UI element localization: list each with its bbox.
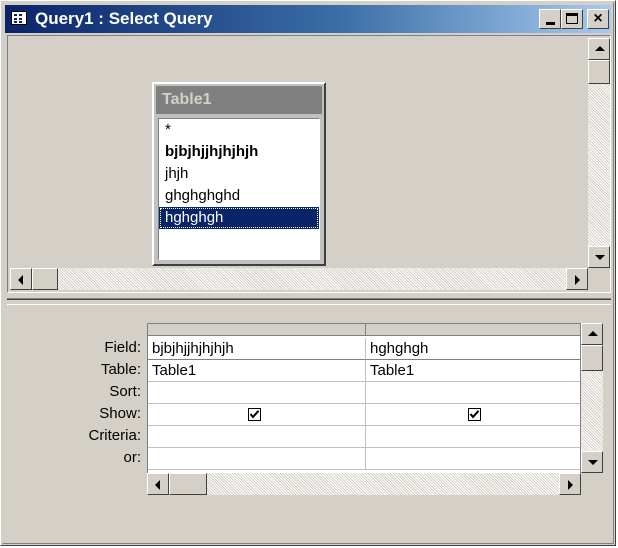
- column-selector[interactable]: [366, 324, 580, 336]
- row-label-criteria: Criteria:: [88, 427, 141, 444]
- maximize-icon: [566, 13, 578, 24]
- grid-cell-field[interactable]: hghghgh: [366, 338, 580, 360]
- scroll-thumb[interactable]: [588, 60, 610, 84]
- scroll-down-arrow-icon: [588, 460, 598, 465]
- upper-vertical-scrollbar[interactable]: [588, 38, 610, 268]
- scroll-left-arrow-icon: [155, 480, 160, 490]
- checkbox-checked-icon: [249, 410, 260, 419]
- pane-splitter[interactable]: [7, 297, 611, 307]
- grid-cell-sort[interactable]: [366, 382, 580, 404]
- checkbox-checked-icon: [469, 410, 480, 419]
- scroll-down-button[interactable]: [588, 246, 610, 268]
- close-button[interactable]: ×: [587, 9, 609, 29]
- grid-cell-or[interactable]: [366, 448, 580, 470]
- column-selector[interactable]: [148, 324, 366, 336]
- scroll-right-button[interactable]: [566, 268, 588, 290]
- scroll-down-arrow-icon: [595, 255, 605, 260]
- scrollbar-corner: [581, 473, 603, 495]
- field-item[interactable]: ghghghghd: [159, 185, 319, 207]
- maximize-button[interactable]: [561, 9, 583, 29]
- row-label-field: Field:: [104, 339, 141, 356]
- scroll-right-arrow-icon: [568, 480, 573, 490]
- close-icon: ×: [593, 10, 603, 27]
- scroll-left-button[interactable]: [10, 268, 32, 290]
- grid-cell-show[interactable]: [366, 404, 580, 426]
- minimize-icon: [546, 22, 555, 25]
- upper-horizontal-scrollbar[interactable]: [10, 268, 588, 290]
- field-item-selected[interactable]: hghghgh: [159, 207, 319, 229]
- field-item-primary-key[interactable]: bjbjhjjhjhjhjh: [159, 141, 319, 163]
- splitter-line: [7, 304, 611, 305]
- grid-cell-table[interactable]: Table1: [366, 360, 580, 382]
- minimize-button[interactable]: [539, 9, 561, 29]
- grid-cell-table[interactable]: Table1: [148, 360, 366, 382]
- field-item[interactable]: jhjh: [159, 163, 319, 185]
- grid-cell-show[interactable]: [148, 404, 366, 426]
- field-item-all[interactable]: *: [159, 119, 319, 141]
- table-field-list-window[interactable]: Table1 * bjbjhjjhjhjhjh jhjh ghghghghd h…: [152, 82, 326, 266]
- design-grid[interactable]: bjbjhjjhjhjhjh Table1 hghghgh Table1: [147, 323, 581, 485]
- show-checkbox[interactable]: [248, 408, 261, 421]
- scroll-up-button[interactable]: [588, 38, 610, 60]
- table-pane[interactable]: Table1 * bjbjhjjhjhjhjh jhjh ghghghghd h…: [7, 35, 611, 293]
- scroll-up-arrow-icon: [595, 46, 605, 51]
- row-label-sort: Sort:: [109, 383, 141, 400]
- scroll-down-button[interactable]: [581, 451, 603, 473]
- grid-cell-field[interactable]: bjbjhjjhjhjhjh: [148, 338, 366, 360]
- scroll-right-arrow-icon: [575, 275, 580, 285]
- grid-horizontal-scrollbar[interactable]: [147, 473, 581, 495]
- design-grid-pane: Field: Table: Sort: Show: Criteria: or: …: [7, 311, 611, 523]
- row-label-show: Show:: [99, 405, 141, 422]
- scroll-left-arrow-icon: [18, 275, 23, 285]
- scroll-right-button[interactable]: [559, 473, 581, 495]
- field-list[interactable]: * bjbjhjjhjhjhjh jhjh ghghghghd hghghgh: [158, 118, 320, 260]
- splitter-line: [7, 299, 611, 300]
- title-bar[interactable]: Query1 : Select Query ×: [5, 5, 611, 33]
- grid-cell-or[interactable]: [148, 448, 366, 470]
- scroll-thumb[interactable]: [581, 345, 603, 371]
- scroll-up-arrow-icon: [588, 331, 598, 336]
- row-label-or: or:: [123, 449, 141, 466]
- scroll-up-button[interactable]: [581, 323, 603, 345]
- show-checkbox[interactable]: [468, 408, 481, 421]
- scroll-left-button[interactable]: [147, 473, 169, 495]
- scroll-thumb[interactable]: [32, 268, 58, 290]
- table-title[interactable]: Table1: [156, 86, 322, 114]
- grid-cell-criteria[interactable]: [148, 426, 366, 448]
- grid-cell-sort[interactable]: [148, 382, 366, 404]
- scrollbar-corner: [588, 268, 610, 290]
- query-datasheet-icon[interactable]: [11, 11, 27, 25]
- window-title: Query1 : Select Query: [35, 9, 213, 28]
- scroll-thumb[interactable]: [169, 473, 207, 495]
- grid-cell-criteria[interactable]: [366, 426, 580, 448]
- query-window: Query1 : Select Query × Table1 * bjbjhjj…: [0, 0, 616, 546]
- row-label-table: Table:: [100, 361, 141, 378]
- grid-vertical-scrollbar[interactable]: [581, 323, 603, 473]
